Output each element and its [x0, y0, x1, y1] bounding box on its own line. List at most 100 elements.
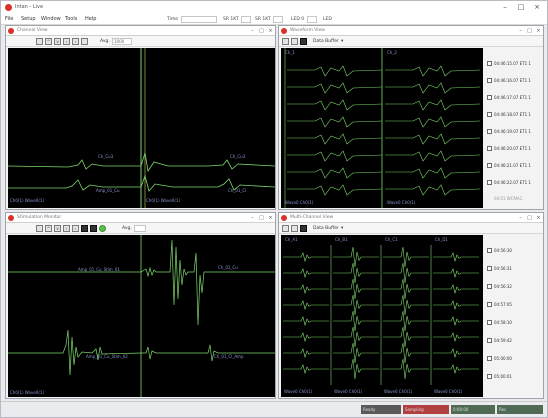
timestamp-label: 05:00:00 — [494, 356, 512, 361]
avg-input[interactable]: 1000 — [112, 38, 132, 45]
channel-trace — [433, 332, 479, 343]
record-icon[interactable] — [81, 225, 88, 232]
panel-title-bar: Multi-Channel View – □ × — [279, 213, 543, 223]
time-field[interactable] — [181, 16, 217, 23]
checkbox[interactable] — [487, 248, 492, 253]
layout-icon-2[interactable] — [291, 225, 298, 232]
waveform-trace — [385, 184, 481, 196]
channel-trace — [333, 326, 379, 348]
panel-minimize-icon[interactable]: – — [248, 213, 257, 223]
scope-status-1: Wave0 Ch0(1) — [284, 389, 313, 394]
checkbox[interactable] — [487, 163, 492, 168]
checkbox[interactable] — [487, 374, 492, 379]
save-icon[interactable] — [36, 225, 43, 232]
channel-trace — [383, 310, 429, 332]
checkbox[interactable] — [487, 112, 492, 117]
waveform-trace — [287, 167, 383, 179]
panel-close-icon[interactable]: × — [266, 213, 275, 223]
checkbox[interactable] — [487, 146, 492, 151]
checkbox[interactable] — [487, 266, 492, 271]
checkbox[interactable] — [487, 302, 492, 307]
sample-rate-field-1[interactable] — [241, 16, 251, 23]
play-icon[interactable] — [99, 225, 106, 232]
panel-maximize-icon[interactable]: □ — [525, 213, 534, 223]
buffer-label: Data Buffer — [313, 226, 339, 231]
layout-icon-3[interactable] — [300, 225, 307, 232]
panel-close-icon[interactable]: × — [266, 26, 275, 36]
channel-trace — [333, 246, 379, 268]
panel-close-icon[interactable]: × — [534, 213, 543, 223]
menu-help[interactable]: Help — [85, 16, 96, 23]
channel-trace — [283, 268, 329, 279]
channel-trace — [433, 316, 479, 327]
buffer-dropdown-icon[interactable]: ▾ — [341, 225, 343, 232]
arrow-right-icon[interactable]: › — [72, 38, 79, 45]
led-field[interactable] — [307, 16, 317, 23]
minimize-icon[interactable]: – — [497, 1, 513, 13]
zoom-out-icon[interactable]: v — [54, 38, 61, 45]
menu-file[interactable]: File — [5, 16, 13, 23]
waveform-trace — [385, 167, 481, 179]
buffer-dropdown-icon[interactable]: ▾ — [341, 38, 343, 45]
column-header-3: Ch_C1 — [385, 237, 398, 242]
channel-trace — [433, 348, 479, 359]
arrow-left-icon[interactable]: ‹ — [63, 225, 70, 232]
stop-icon[interactable] — [90, 225, 97, 232]
waveform-trace — [385, 150, 481, 162]
maximize-icon[interactable]: □ — [513, 1, 529, 13]
settings-icon[interactable] — [81, 38, 88, 45]
column-header-1: Ch_1 — [285, 50, 295, 55]
panel-maximize-icon[interactable]: □ — [257, 26, 266, 36]
menu-window[interactable]: Window — [41, 16, 61, 23]
scope-status-2: Wave0 Ch0(1) — [387, 200, 416, 205]
zoom-in-icon[interactable]: ^ — [45, 225, 52, 232]
panel-title: Stimulation Monitor — [17, 215, 62, 220]
checkbox[interactable] — [487, 320, 492, 325]
status-segment-2: Sampling — [403, 405, 449, 414]
trace-label-4: Ch_01_Cl_Amp — [214, 354, 244, 359]
timestamp-label: 04:46:20.07 ET1 1 — [494, 146, 531, 151]
close-icon[interactable]: × — [529, 1, 545, 13]
panel-toolbar: Data Buffer ▾ — [279, 223, 543, 234]
save-icon[interactable] — [36, 38, 43, 45]
layout-icon-2[interactable] — [291, 38, 298, 45]
avg-label: Avg. — [100, 39, 110, 44]
timestamp-label: 04:46:15.07 ET1 1 — [494, 61, 531, 66]
trace-label-1: Amp_01_Cu_Stim_01 — [78, 267, 120, 272]
layout-icon-1[interactable] — [282, 225, 289, 232]
checkbox[interactable] — [487, 356, 492, 361]
layout-icon-1[interactable] — [282, 38, 289, 45]
channel-trace — [333, 310, 379, 332]
panel-minimize-icon[interactable]: – — [248, 26, 257, 36]
avg-input[interactable] — [134, 225, 146, 232]
checkbox[interactable] — [487, 284, 492, 289]
timestamp-label: 04:56:32 — [494, 284, 512, 289]
checkbox[interactable] — [487, 78, 492, 83]
panel-minimize-icon[interactable]: – — [516, 213, 525, 223]
checkbox[interactable] — [487, 180, 492, 185]
checkbox[interactable] — [487, 338, 492, 343]
scope-multi-channel-view: Ch_A1 Ch_B1 Ch_C1 Ch_D1 Wave0 Ch0(1) Wav… — [281, 235, 483, 397]
channel-trace — [333, 358, 379, 380]
menu-tools[interactable]: Tools — [65, 16, 77, 23]
checkbox[interactable] — [487, 95, 492, 100]
sample-rate-label-2: SR 1KT — [255, 17, 271, 22]
arrow-right-icon[interactable]: › — [72, 225, 79, 232]
channel-trace — [283, 348, 329, 359]
sample-rate-field-2[interactable] — [273, 16, 283, 23]
buffer-label: Data Buffer — [313, 39, 339, 44]
arrow-left-icon[interactable]: ‹ — [63, 38, 70, 45]
panel-title-bar: Stimulation Monitor – □ × — [6, 213, 275, 223]
zoom-out-icon[interactable]: v — [54, 225, 61, 232]
layout-icon-3[interactable] — [300, 38, 307, 45]
panel-maximize-icon[interactable]: □ — [525, 26, 534, 36]
checkbox[interactable] — [487, 129, 492, 134]
menu-setup[interactable]: Setup — [21, 16, 36, 23]
panel-close-icon[interactable]: × — [534, 26, 543, 36]
title-bar: Intan - Live – □ × — [1, 1, 547, 14]
panel-maximize-icon[interactable]: □ — [257, 213, 266, 223]
column-dividers — [330, 245, 432, 385]
checkbox[interactable] — [487, 61, 492, 66]
zoom-in-icon[interactable]: ^ — [45, 38, 52, 45]
panel-minimize-icon[interactable]: – — [516, 26, 525, 36]
